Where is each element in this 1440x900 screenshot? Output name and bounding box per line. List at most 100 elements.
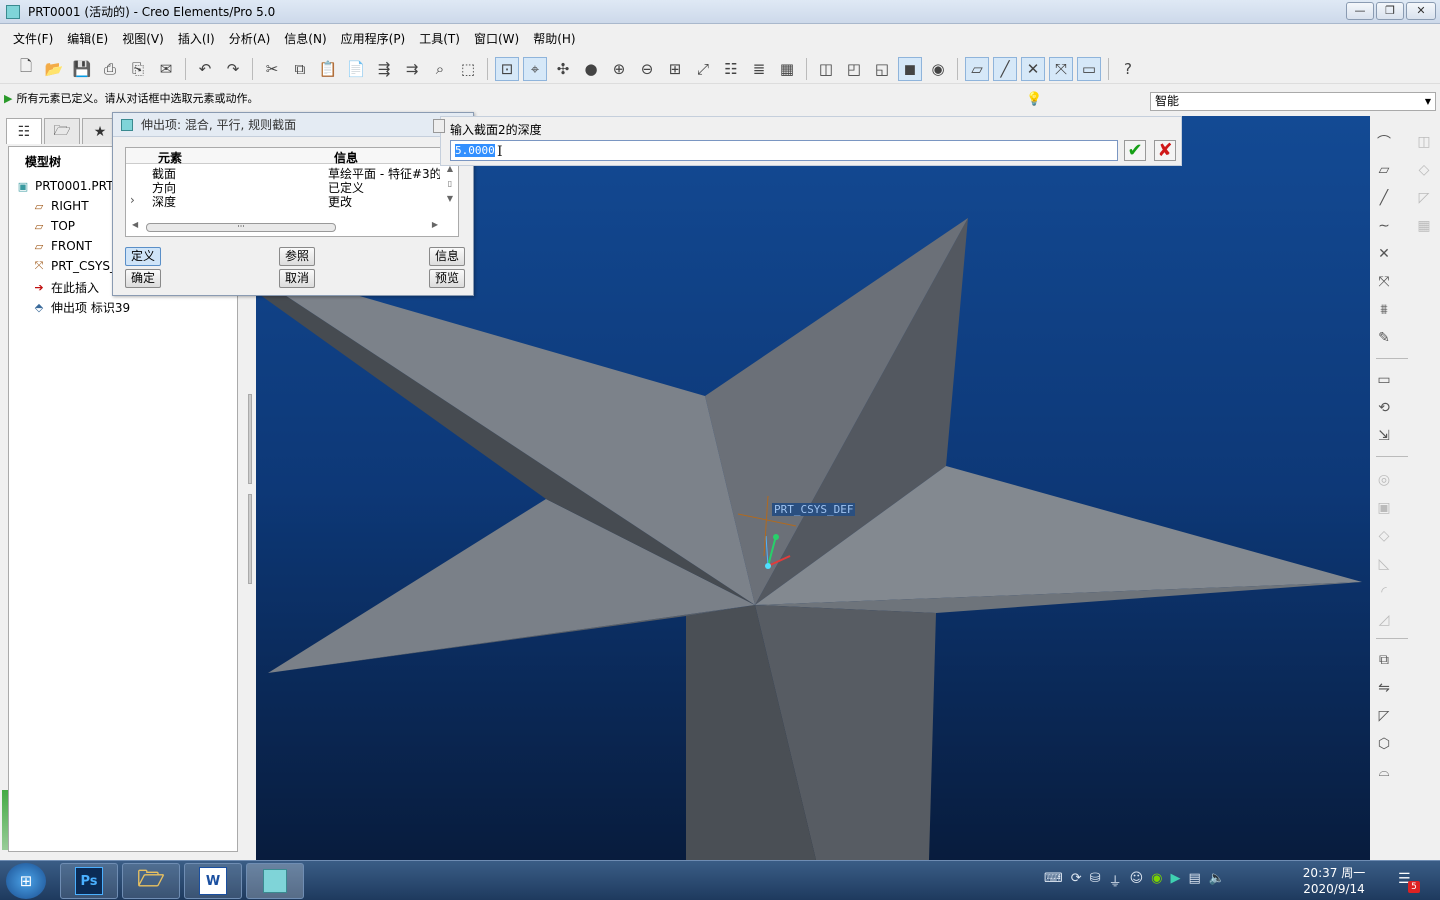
- menu-tools[interactable]: 工具(T): [412, 28, 467, 50]
- chevron-left-icon[interactable]: ◀: [132, 220, 138, 229]
- scroll-thumb[interactable]: ▯: [442, 179, 458, 188]
- datum-curve-tool-icon[interactable]: ∼: [1372, 214, 1396, 238]
- panel-scrollbar[interactable]: [2, 790, 8, 850]
- paste-feature-icon[interactable]: ◇: [1412, 158, 1436, 182]
- close-button[interactable]: ✕: [1406, 2, 1436, 20]
- regenerate-manager-icon[interactable]: ⇉: [400, 57, 424, 81]
- taskbar-app-photoshop[interactable]: Ps: [60, 863, 118, 899]
- sync-icon[interactable]: ⟳: [1071, 871, 1082, 890]
- shell-tool-icon[interactable]: ▣: [1372, 496, 1396, 520]
- volume-icon[interactable]: 🔈: [1209, 871, 1225, 890]
- accept-check-icon[interactable]: ✔: [1124, 140, 1146, 161]
- chevron-down-icon[interactable]: ▼: [442, 194, 458, 203]
- tree-item-protrusion[interactable]: ⬘ 伸出项 标识39: [31, 299, 130, 316]
- play-icon[interactable]: ▶: [1171, 871, 1181, 890]
- depth-value-input[interactable]: 5.0000: [450, 140, 1118, 161]
- refit-icon[interactable]: ⊞: [663, 57, 687, 81]
- draft-tool-icon[interactable]: ◺: [1372, 552, 1396, 576]
- datum-plane-tool-icon[interactable]: ▱: [1372, 158, 1396, 182]
- extrude-tool-icon[interactable]: ▭: [1372, 368, 1396, 392]
- ok-button[interactable]: 确定: [125, 269, 161, 288]
- sweep-tool-icon[interactable]: ⇲: [1372, 424, 1396, 448]
- datum-axes-display-icon[interactable]: ╱: [993, 56, 1017, 81]
- tree-item-right[interactable]: ▱ RIGHT: [31, 199, 89, 213]
- paste-icon[interactable]: 📋: [316, 57, 340, 81]
- minimize-button[interactable]: —: [1346, 2, 1374, 20]
- info-button[interactable]: 信息: [429, 247, 465, 266]
- new-file-icon[interactable]: 🗋: [14, 57, 38, 81]
- table-vertical-scrollbar[interactable]: ▲ ▯ ▼: [442, 164, 458, 222]
- spin-center-icon[interactable]: ✣: [551, 57, 575, 81]
- cut-icon[interactable]: ✂: [260, 57, 284, 81]
- shading-icon[interactable]: ◼: [898, 56, 922, 81]
- references-button[interactable]: 参照: [279, 247, 315, 266]
- chevron-right-icon[interactable]: ▶: [432, 220, 438, 229]
- hidden-line-icon[interactable]: ◰: [842, 57, 866, 81]
- tree-item-part[interactable]: ▣ PRT0001.PRT: [15, 179, 114, 193]
- selection-filter-select[interactable]: 智能 ▼: [1150, 92, 1436, 111]
- mirror-tool-icon[interactable]: ⇋: [1372, 676, 1396, 700]
- wireframe-icon[interactable]: ◫: [814, 57, 838, 81]
- taskbar-app-creo[interactable]: [246, 863, 304, 899]
- find-icon[interactable]: ⌕: [428, 57, 452, 81]
- chamfer-tool-icon[interactable]: ◿: [1372, 608, 1396, 632]
- tab-folder-browser[interactable]: 🗁: [44, 118, 80, 144]
- round-tool-icon[interactable]: ◜: [1372, 580, 1396, 604]
- save-icon[interactable]: 💾: [70, 57, 94, 81]
- thicken-tool-icon[interactable]: ⌓: [1372, 760, 1396, 784]
- cancel-button[interactable]: 取消: [279, 269, 315, 288]
- view-manager-icon[interactable]: ▦: [775, 57, 799, 81]
- system-clock[interactable]: 20:37 周一 2020/9/14: [1294, 865, 1374, 897]
- regenerate-icon[interactable]: ⇶: [372, 57, 396, 81]
- select-box-icon[interactable]: ⬚: [456, 57, 480, 81]
- reject-x-icon[interactable]: ✘: [1154, 140, 1176, 161]
- panel-handle[interactable]: [433, 119, 445, 133]
- pattern-tool-icon[interactable]: ⧉: [1372, 648, 1396, 672]
- no-hidden-icon[interactable]: ◱: [870, 57, 894, 81]
- revolve-tool-icon[interactable]: ⟲: [1372, 396, 1396, 420]
- print-preview-icon[interactable]: ⎘: [126, 57, 150, 81]
- send-mail-icon[interactable]: ✉: [154, 57, 178, 81]
- menu-help[interactable]: 帮助(H): [526, 28, 582, 50]
- scroll-thumb[interactable]: ···: [146, 223, 336, 232]
- menu-analysis[interactable]: 分析(A): [222, 28, 278, 50]
- menu-file[interactable]: 文件(F): [6, 28, 60, 50]
- shade-sphere-icon[interactable]: ●: [579, 57, 603, 81]
- csys-display-icon[interactable]: ⤧: [1049, 56, 1073, 81]
- copy-feature-icon[interactable]: ◫: [1412, 130, 1436, 154]
- datum-points-display-icon[interactable]: ✕: [1021, 56, 1045, 81]
- taskbar-app-word[interactable]: W: [184, 863, 242, 899]
- intersect-tool-icon[interactable]: ▦: [1412, 214, 1436, 238]
- saved-views-icon[interactable]: ☷: [719, 57, 743, 81]
- splitter-grip[interactable]: [248, 394, 252, 484]
- hole-tool-icon[interactable]: ◎: [1372, 468, 1396, 492]
- repaint-icon[interactable]: ⊡: [495, 56, 519, 81]
- offset-tool-icon[interactable]: ◸: [1412, 186, 1436, 210]
- datum-axis-tool-icon[interactable]: ╱: [1372, 186, 1396, 210]
- menu-view[interactable]: 视图(V): [115, 28, 171, 50]
- merge-tool-icon[interactable]: ⬡: [1372, 732, 1396, 756]
- menu-edit[interactable]: 编辑(E): [60, 28, 115, 50]
- analysis-feature-icon[interactable]: ⩩: [1372, 298, 1396, 322]
- lightbulb-icon[interactable]: 💡: [1026, 92, 1042, 108]
- start-button[interactable]: ⊞: [6, 863, 46, 899]
- menu-insert[interactable]: 插入(I): [171, 28, 222, 50]
- preview-button[interactable]: 预览: [429, 269, 465, 288]
- restore-button[interactable]: ❐: [1376, 2, 1404, 20]
- tree-item-front[interactable]: ▱ FRONT: [31, 239, 92, 253]
- keyboard-icon[interactable]: ⌨: [1044, 871, 1063, 890]
- reorient-icon[interactable]: ⤢: [691, 57, 715, 81]
- csys-tool-icon[interactable]: ⤧: [1372, 270, 1396, 294]
- menu-applications[interactable]: 应用程序(P): [334, 28, 413, 50]
- copy-icon[interactable]: ⧉: [288, 57, 312, 81]
- network-icon[interactable]: ▤: [1189, 871, 1201, 890]
- tree-item-csys[interactable]: ⤧ PRT_CSYS_: [31, 259, 116, 273]
- menu-window[interactable]: 窗口(W): [467, 28, 526, 50]
- context-help-icon[interactable]: ?: [1116, 57, 1140, 81]
- table-horizontal-scrollbar[interactable]: ◀ ··· ▶: [132, 220, 442, 234]
- table-row[interactable]: 截面 草绘平面 - 特征#3的: [126, 165, 444, 181]
- trim-tool-icon[interactable]: ◸: [1372, 704, 1396, 728]
- qq-icon[interactable]: ☺: [1130, 871, 1144, 890]
- zoom-in-icon[interactable]: ⊕: [607, 57, 631, 81]
- usb-icon[interactable]: ⏚: [1109, 871, 1122, 890]
